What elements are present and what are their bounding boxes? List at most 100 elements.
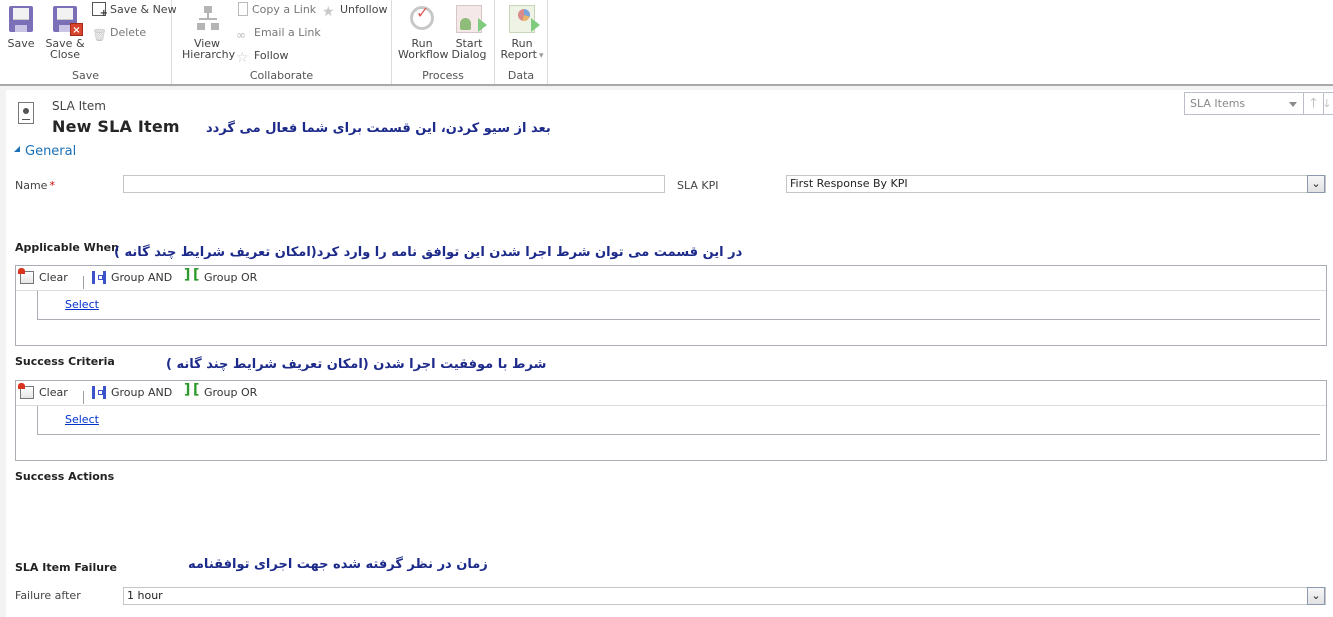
record-navigator-select[interactable]: SLA Items — [1184, 92, 1304, 115]
save-button[interactable]: Save — [4, 4, 38, 49]
workflow-icon — [408, 4, 436, 34]
group-label-data: Data — [507, 69, 535, 82]
star-outline-icon: ☆ — [236, 50, 249, 66]
select-link[interactable]: Select — [65, 298, 99, 311]
toolbar-divider — [83, 391, 84, 404]
sla-item-failure-label: SLA Item Failure — [15, 561, 117, 574]
group-or-icon — [184, 267, 199, 284]
dropdown-caret-icon: ▾ — [538, 51, 544, 61]
save-and-close-button[interactable]: × Save & Close — [44, 4, 86, 60]
save-close-icon: × — [51, 4, 83, 36]
annotation-save-note: بعد از سیو کردن، این قسمت برای شما فعال … — [206, 121, 551, 136]
group-and-label: Group AND — [111, 271, 173, 284]
clear-icon — [18, 383, 34, 399]
collapse-triangle-icon — [14, 146, 20, 152]
annotation-success-criteria: شرط با موفقیت اجرا شدن (امکان تعریف شرای… — [166, 357, 547, 372]
document-icon — [238, 2, 248, 16]
select-link[interactable]: Select — [65, 413, 99, 426]
group-and-button[interactable]: Group AND — [92, 386, 172, 399]
name-input[interactable] — [123, 175, 665, 193]
annotation-applicable-when: در این قسمت می توان شرط اجرا شدن این توا… — [114, 245, 743, 260]
clear-label: Clear — [39, 386, 68, 399]
run-report-button[interactable]: Run Report ▾ — [499, 4, 545, 62]
page-title: New SLA Item — [52, 117, 180, 136]
clear-button[interactable]: Clear — [18, 268, 68, 284]
group-and-icon — [92, 271, 106, 284]
view-hierarchy-button[interactable]: View Hierarchy — [182, 4, 236, 61]
success-criteria-label: Success Criteria — [15, 355, 115, 368]
group-or-button[interactable]: Group OR — [184, 382, 258, 399]
follow-button[interactable]: ☆ Follow — [236, 48, 289, 66]
dialog-icon — [455, 4, 487, 34]
email-link-button[interactable]: ∞ Email a Link — [236, 25, 321, 42]
group-or-label: Group OR — [204, 386, 258, 399]
sla-kpi-label: SLA KPI — [677, 179, 719, 192]
failure-after-value: 1 hour — [127, 589, 163, 602]
group-label-save: Save — [71, 69, 99, 82]
save-new-label: Save & New — [110, 3, 177, 16]
floppy-disk-icon — [7, 4, 35, 34]
group-and-button[interactable]: Group AND — [92, 271, 172, 284]
previous-record-button[interactable]: 🡑 — [1304, 92, 1324, 115]
condition-row: Select — [37, 291, 1320, 320]
condition-toolbar: Clear Group AND Group OR — [16, 381, 1326, 406]
group-label-collaborate: Collaborate — [249, 69, 314, 82]
group-or-button[interactable]: Group OR — [184, 267, 257, 284]
email-link-label: Email a Link — [254, 26, 321, 39]
arrow-down-icon: 🡓 — [1324, 97, 1330, 110]
arrow-up-icon: 🡑 — [1310, 96, 1317, 111]
name-field-label: Name * — [15, 179, 55, 192]
copy-link-label: Copy a Link — [252, 3, 317, 16]
success-criteria-condition-builder: Clear Group AND Group OR Select — [15, 380, 1327, 461]
section-general-label: General — [25, 144, 77, 159]
start-dialog-button[interactable]: Start Dialog — [450, 4, 488, 60]
sla-kpi-value: First Response By KPI — [790, 177, 908, 190]
command-ribbon: Save × Save & Close + Save & New 🗑 Delete … — [0, 0, 1333, 86]
required-marker: * — [49, 179, 55, 192]
delete-label: Delete — [110, 26, 147, 39]
start-dialog-label-line2: Dialog — [451, 48, 487, 61]
sla-kpi-dropdown-button[interactable]: ⌄ — [1307, 175, 1325, 193]
star-filled-icon: ★ — [322, 4, 335, 20]
condition-toolbar: Clear Group AND Group OR — [16, 266, 1326, 291]
hierarchy-icon — [193, 4, 221, 34]
chevron-down-icon — [1289, 102, 1297, 107]
sla-item-entity-icon — [18, 102, 34, 124]
group-label-process: Process — [422, 69, 464, 82]
save-new-icon: + — [92, 2, 108, 19]
copy-link-button[interactable]: Copy a Link — [238, 2, 316, 18]
save-and-new-button[interactable]: + Save & New — [92, 2, 177, 19]
run-workflow-label-line2: Workflow — [398, 48, 449, 61]
view-hierarchy-label-line2: Hierarchy — [182, 48, 236, 61]
failure-after-label: Failure after — [15, 589, 81, 602]
sla-kpi-select[interactable]: First Response By KPI ⌄ — [786, 175, 1326, 193]
delete-button[interactable]: 🗑 Delete — [92, 25, 147, 42]
save-close-label-line2: Close — [50, 48, 80, 61]
failure-after-select[interactable]: 1 hour ⌄ — [123, 587, 1326, 605]
chevron-down-icon: ⌄ — [1311, 589, 1321, 602]
follow-label: Follow — [254, 49, 289, 62]
save-button-label: Save — [7, 37, 35, 50]
run-report-label-line2: Report — [500, 48, 537, 61]
ribbon-group-collaborate: View Hierarchy Copy a Link ∞ Email a Link… — [172, 0, 392, 84]
group-and-icon — [92, 386, 106, 399]
unfollow-label: Unfollow — [340, 3, 388, 16]
condition-row: Select — [37, 406, 1320, 435]
applicable-when-condition-builder: Clear Group AND Group OR Select — [15, 265, 1327, 346]
next-record-button[interactable]: 🡓 — [1324, 92, 1333, 115]
ribbon-group-save: Save × Save & Close + Save & New 🗑 Delete … — [0, 0, 177, 84]
ribbon-group-process: Run Workflow Start Dialog Process — [392, 0, 495, 84]
success-actions-label: Success Actions — [15, 470, 115, 483]
section-general-toggle[interactable]: General — [14, 144, 76, 159]
report-icon — [508, 4, 540, 34]
failure-after-dropdown-button[interactable]: ⌄ — [1307, 587, 1325, 605]
toolbar-divider — [83, 276, 84, 289]
link-icon: ∞ — [236, 28, 246, 42]
run-workflow-button[interactable]: Run Workflow — [398, 4, 449, 61]
chevron-down-icon: ⌄ — [1311, 177, 1321, 190]
clear-button[interactable]: Clear — [18, 383, 68, 399]
unfollow-button[interactable]: ★ Unfollow — [322, 2, 388, 20]
applicable-when-label: Applicable When — [15, 241, 119, 254]
clear-icon — [18, 268, 34, 284]
clear-label: Clear — [39, 271, 68, 284]
